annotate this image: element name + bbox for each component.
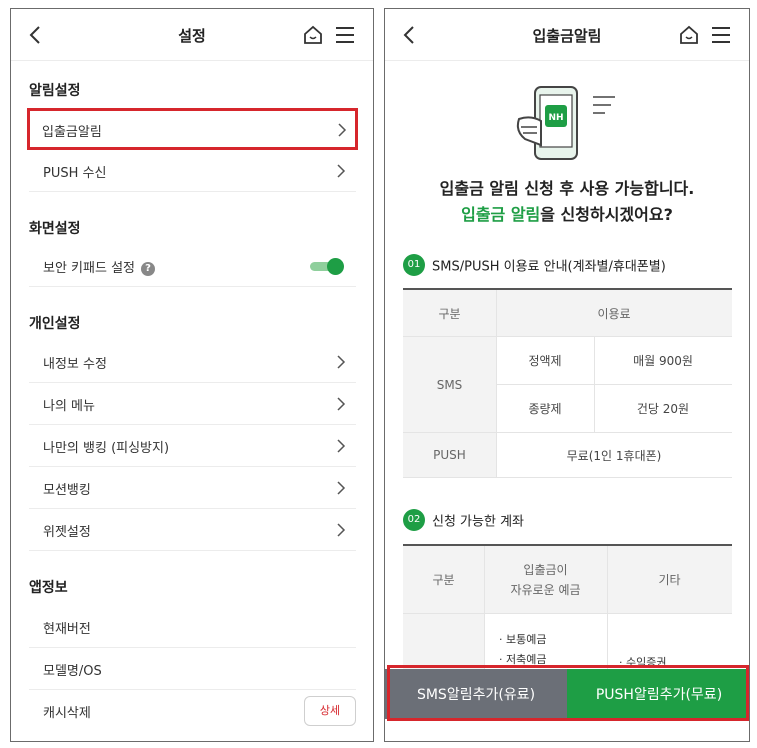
secure-keypad-row-label: 보안 키패드 설정? bbox=[43, 257, 155, 276]
my-banking-item[interactable]: 나만의 뱅킹 (피싱방지) bbox=[29, 425, 356, 467]
home-icon[interactable] bbox=[678, 24, 700, 46]
current-version-label: 현재버전 bbox=[43, 622, 91, 637]
section2-text: 신청 가능한 계좌 bbox=[432, 514, 524, 530]
secure-keypad-label: 보안 키패드 설정 bbox=[43, 261, 135, 276]
secure-keypad-item: 보안 키패드 설정? bbox=[29, 245, 356, 287]
acct-header-category: 구분 bbox=[403, 546, 484, 614]
acct-header-deposit-line2: 자유로운 예금 bbox=[510, 583, 581, 597]
headline-rest-text: 을 신청하시겠어요? bbox=[540, 205, 673, 224]
deposit-alarm-screen: 입출금알림 NH 입출금 알림 신청 후 사용 가능합니다. 입출금 알림을 신… bbox=[384, 8, 750, 742]
table-divider bbox=[496, 290, 497, 478]
widget-settings-label: 위젯설정 bbox=[43, 525, 91, 540]
fee-header-category: 구분 bbox=[403, 290, 496, 337]
section-alarm-settings: 알림설정 bbox=[29, 83, 81, 99]
acct-header-deposit-line1: 입출금이 bbox=[523, 563, 568, 577]
chevron-right-icon bbox=[338, 123, 347, 137]
headline-green-text: 입출금 알림 bbox=[461, 205, 541, 224]
fee-push-value: 무료(1인 1휴대폰) bbox=[496, 433, 732, 478]
settings-screen: 설정 알림설정 입출금알림 PUSH 수신 화면설정 보안 키패드 설정? 개인… bbox=[10, 8, 374, 742]
section2-number: 02 bbox=[403, 509, 425, 531]
cache-delete-label: 캐시삭제 bbox=[43, 706, 91, 721]
deposit-alarm-label: 입출금알림 bbox=[42, 125, 102, 140]
secure-keypad-toggle[interactable] bbox=[310, 258, 344, 275]
fee-flat-label: 정액제 bbox=[496, 337, 594, 385]
hamburger-menu-icon[interactable] bbox=[710, 25, 732, 45]
headline-line2: 입출금 알림을 신청하시겠어요? bbox=[385, 201, 749, 225]
table-divider bbox=[594, 337, 595, 433]
acct-category-cell bbox=[403, 614, 484, 674]
sms-alarm-add-button[interactable]: SMS알림추가(유료) bbox=[385, 669, 567, 719]
chevron-right-icon bbox=[337, 439, 346, 453]
toggle-knob bbox=[327, 258, 344, 275]
section-app-info: 앱정보 bbox=[29, 580, 68, 596]
acct-deposit-item: · 저축예금 bbox=[499, 653, 547, 666]
account-table: 구분 입출금이 자유로운 예금 기타 · 보통예금 · 저축예금 · 수익증권 bbox=[403, 544, 732, 674]
section-personal-settings: 개인설정 bbox=[29, 316, 81, 332]
model-os-label: 모델명/OS bbox=[43, 664, 102, 679]
section-screen-settings: 화면설정 bbox=[29, 221, 81, 237]
widget-settings-item[interactable]: 위젯설정 bbox=[29, 509, 356, 551]
headline-line1: 입출금 알림 신청 후 사용 가능합니다. bbox=[439, 179, 695, 198]
acct-deposit-list: · 보통예금 · 저축예금 bbox=[499, 630, 546, 670]
my-menu-label: 나의 메뉴 bbox=[43, 399, 95, 414]
fee-sms-label: SMS bbox=[403, 337, 496, 433]
acct-other-item: · 수익증권 bbox=[619, 656, 667, 669]
acct-header-deposit: 입출금이 자유로운 예금 bbox=[484, 546, 607, 614]
deposit-alarm-item[interactable]: 입출금알림 bbox=[27, 108, 358, 150]
fee-flat-value: 매월 900원 bbox=[594, 337, 732, 385]
acct-deposit-item: · 보통예금 bbox=[499, 633, 547, 646]
motion-banking-label: 모션뱅킹 bbox=[43, 483, 91, 498]
my-info-label: 내정보 수정 bbox=[43, 357, 107, 372]
push-receive-item[interactable]: PUSH 수신 bbox=[29, 150, 356, 192]
section1-title: 01 SMS/PUSH 이용료 안내(계좌별/휴대폰별) bbox=[403, 254, 666, 276]
table-divider bbox=[607, 546, 608, 671]
help-icon[interactable]: ? bbox=[141, 262, 155, 276]
push-alarm-add-button[interactable]: PUSH알림추가(무료) bbox=[567, 669, 749, 719]
cache-delete-item: 캐시삭제 상세 bbox=[29, 690, 356, 732]
table-divider bbox=[484, 546, 485, 671]
hamburger-menu-icon[interactable] bbox=[334, 25, 356, 45]
current-version-item: 현재버전 bbox=[29, 606, 356, 648]
fee-push-label: PUSH bbox=[403, 433, 496, 478]
fee-table: 구분 이용료 SMS 정액제 매월 900원 종량제 건당 20원 PUSH 무… bbox=[403, 288, 732, 496]
chevron-right-icon bbox=[337, 481, 346, 495]
header-bar: 입출금알림 bbox=[385, 9, 749, 61]
fee-header-fee: 이용료 bbox=[496, 290, 732, 337]
my-menu-item[interactable]: 나의 메뉴 bbox=[29, 383, 356, 425]
push-receive-label: PUSH 수신 bbox=[43, 166, 107, 181]
cache-detail-button[interactable]: 상세 bbox=[304, 696, 356, 726]
chevron-right-icon bbox=[337, 397, 346, 411]
header-bar: 설정 bbox=[11, 9, 373, 61]
home-icon[interactable] bbox=[302, 24, 324, 46]
section1-text: SMS/PUSH 이용료 안내(계좌별/휴대폰별) bbox=[432, 259, 666, 275]
fee-metered-label: 종량제 bbox=[496, 385, 594, 433]
my-info-item[interactable]: 내정보 수정 bbox=[29, 341, 356, 383]
motion-banking-item[interactable]: 모션뱅킹 bbox=[29, 467, 356, 509]
chevron-right-icon bbox=[337, 523, 346, 537]
section2-title: 02 신청 가능한 계좌 bbox=[403, 509, 524, 531]
acct-header-other: 기타 bbox=[607, 546, 732, 614]
fee-metered-value: 건당 20원 bbox=[594, 385, 732, 433]
chevron-right-icon bbox=[337, 355, 346, 369]
phone-alarm-illustration-icon: NH bbox=[516, 86, 615, 160]
model-os-item: 모델명/OS bbox=[29, 648, 356, 690]
my-banking-label: 나만의 뱅킹 (피싱방지) bbox=[43, 441, 170, 456]
nh-badge-text: NH bbox=[548, 113, 563, 123]
chevron-right-icon bbox=[337, 164, 346, 178]
section1-number: 01 bbox=[403, 254, 425, 276]
